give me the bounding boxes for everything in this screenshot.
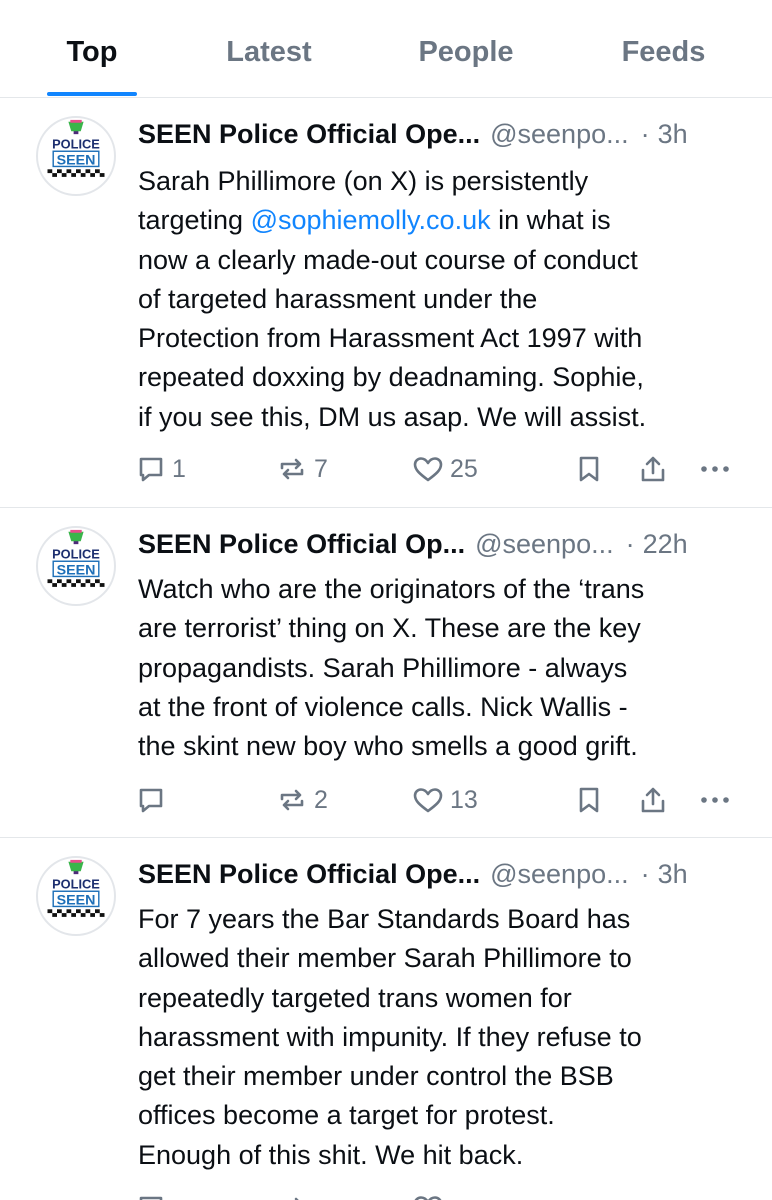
post-header: SEEN Police Official Ope... @seenpo... ·…: [138, 859, 742, 893]
author-name[interactable]: SEEN Police Official Ope...: [138, 859, 480, 893]
reply-count: 1: [172, 454, 186, 483]
author-handle[interactable]: @seenpo...: [490, 859, 629, 893]
author-name[interactable]: SEEN Police Official Op...: [138, 529, 465, 563]
bookmark-icon: [579, 456, 599, 482]
reply-icon: [139, 788, 163, 813]
separator-dot: ·: [640, 859, 650, 889]
svg-text:SEEN: SEEN: [57, 153, 96, 169]
repost-count: 2: [314, 785, 328, 814]
reply-button[interactable]: [136, 780, 172, 820]
author-name[interactable]: SEEN Police Official Ope...: [138, 119, 480, 153]
share-button[interactable]: [638, 780, 668, 820]
post-time[interactable]: 3h: [658, 859, 688, 893]
post[interactable]: POLICE SEEN SEEN Police Official Ope... …: [0, 838, 772, 1200]
svg-text:SEEN: SEEN: [57, 563, 96, 579]
svg-text:POLICE: POLICE: [52, 546, 100, 561]
bookmark-button[interactable]: [576, 780, 602, 820]
post-header: SEEN Police Official Op... @seenpo... · …: [138, 529, 742, 563]
svg-text:POLICE: POLICE: [52, 136, 100, 151]
author-handle[interactable]: @seenpo...: [490, 119, 629, 153]
svg-text:SEEN: SEEN: [57, 893, 96, 909]
tab-feeds[interactable]: Feeds: [606, 36, 721, 69]
like-icon: [413, 457, 443, 482]
share-icon: [641, 456, 665, 482]
bookmark-icon: [579, 787, 599, 813]
avatar[interactable]: POLICE SEEN: [36, 526, 116, 606]
tab-people[interactable]: People: [403, 36, 529, 69]
separator-dot: ·: [640, 119, 650, 149]
more-button[interactable]: [698, 449, 732, 489]
post-text: Watch who are the originators of the ‘tr…: [138, 574, 645, 762]
like-button[interactable]: 13: [412, 780, 478, 820]
post-header: SEEN Police Official Ope... @seenpo... ·…: [138, 119, 742, 153]
post[interactable]: POLICE SEEN SEEN Police Official Ope... …: [0, 98, 772, 508]
like-button[interactable]: 25: [412, 449, 478, 489]
post-time[interactable]: 22h: [643, 529, 688, 563]
post-actions: 2 13: [136, 780, 746, 820]
post-actions: [136, 1188, 746, 1200]
police-seen-logo: POLICE SEEN: [47, 529, 105, 587]
police-seen-logo: POLICE SEEN: [47, 119, 105, 177]
post[interactable]: POLICE SEEN SEEN Police Official Op... @…: [0, 508, 772, 838]
feed-tabs: Top Latest People Feeds: [0, 0, 772, 98]
author-handle[interactable]: @seenpo...: [475, 529, 614, 563]
repost-icon: [280, 458, 304, 480]
repost-button[interactable]: 7: [276, 449, 328, 489]
share-button[interactable]: [638, 449, 668, 489]
like-icon: [413, 788, 443, 813]
bookmark-button[interactable]: [576, 449, 602, 489]
like-button[interactable]: [412, 1188, 444, 1200]
reply-icon: [139, 457, 163, 482]
repost-button[interactable]: [276, 1188, 308, 1200]
more-button[interactable]: [698, 780, 732, 820]
reply-button[interactable]: [136, 1188, 166, 1200]
post-text: Sarah Phillimore (on X) is persistently …: [138, 166, 647, 432]
share-icon: [641, 787, 665, 813]
mention-link[interactable]: @sophiemolly.co.uk: [251, 205, 491, 235]
active-tab-indicator: [47, 92, 137, 96]
svg-text:POLICE: POLICE: [52, 876, 100, 891]
post-time[interactable]: 3h: [658, 119, 688, 153]
like-icon: [414, 1196, 442, 1200]
like-count: 13: [450, 785, 478, 814]
avatar[interactable]: POLICE SEEN: [36, 116, 116, 196]
police-seen-logo: POLICE SEEN: [47, 859, 105, 917]
repost-button[interactable]: 2: [276, 780, 328, 820]
like-count: 25: [450, 454, 478, 483]
separator-dot: ·: [625, 529, 635, 559]
post-text: For 7 years the Bar Standards Board has …: [138, 904, 642, 1170]
repost-icon: [280, 789, 304, 811]
repost-icon: [294, 1197, 299, 1200]
more-icon: [701, 466, 729, 472]
tab-top[interactable]: Top: [47, 36, 137, 69]
reply-icon: [139, 1196, 163, 1200]
post-actions: 1 7 25: [136, 449, 746, 489]
avatar[interactable]: POLICE SEEN: [36, 856, 116, 936]
tab-latest[interactable]: Latest: [210, 36, 328, 69]
reply-button[interactable]: 1: [136, 449, 186, 489]
more-icon: [701, 797, 729, 803]
repost-count: 7: [314, 454, 328, 483]
